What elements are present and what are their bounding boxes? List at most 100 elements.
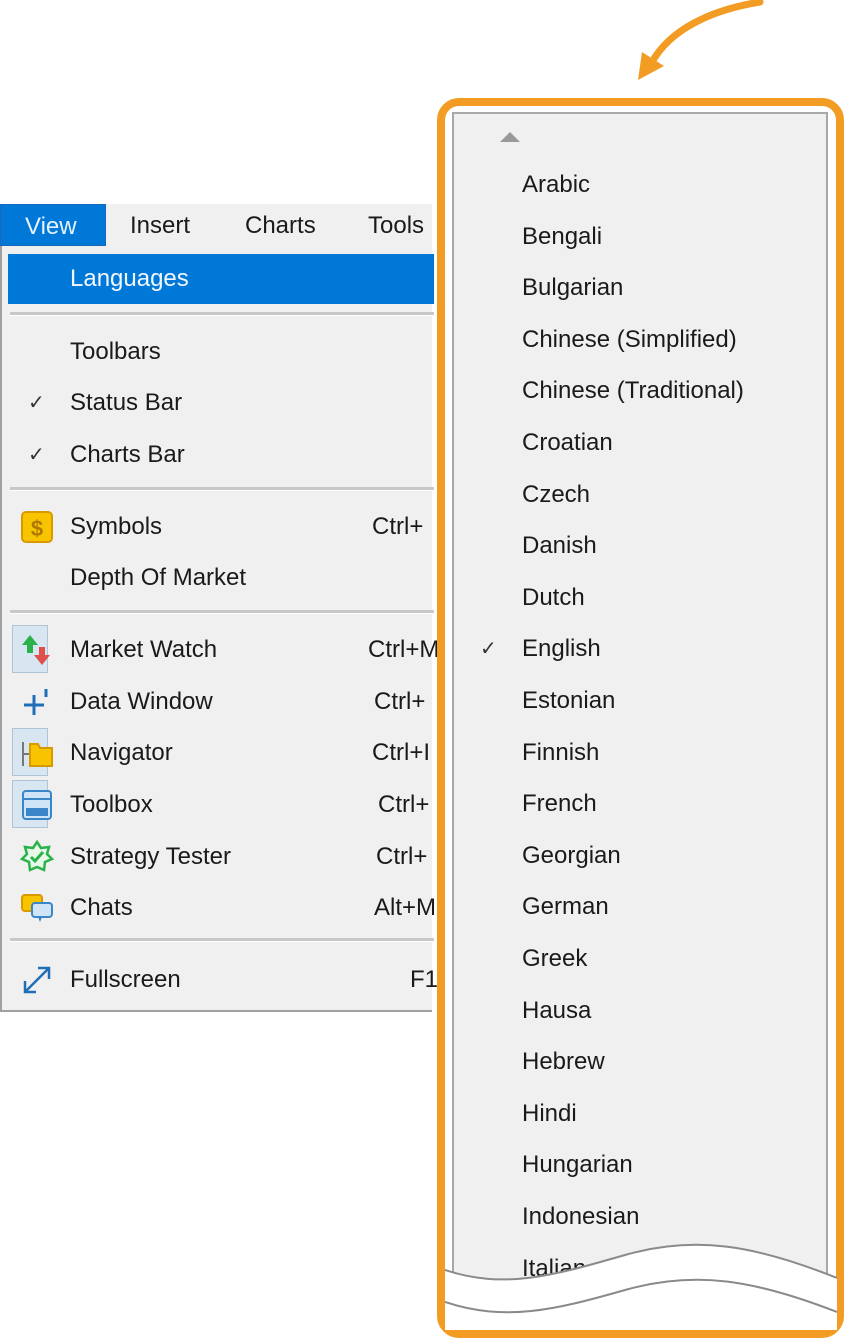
menu-item-shortcut: Ctrl+ [376, 843, 428, 870]
language-label: Bengali [522, 222, 603, 250]
language-item[interactable]: Hungarian [454, 1140, 826, 1190]
folder-icon [22, 742, 53, 767]
menu-separator [10, 312, 434, 316]
menu-item-toolbars[interactable]: Toolbars [2, 329, 432, 375]
menu-item-shortcut: F1 [410, 966, 439, 993]
language-item[interactable]: Bulgarian [454, 263, 826, 313]
market-watch-icon [22, 635, 50, 665]
torn-edge-decoration [445, 1243, 837, 1330]
language-label: Hebrew [522, 1048, 605, 1076]
language-label: Finnish [522, 738, 600, 766]
language-label: Danish [522, 532, 597, 560]
language-label: Hindi [522, 1099, 577, 1127]
languages-submenu: Arabic Bengali Bulgarian Chinese (Simplifie… [452, 112, 828, 1312]
menu-item-label: Strategy Tester [70, 843, 231, 870]
menu-item-chats[interactable]: Chats Alt+M [2, 885, 436, 931]
language-item[interactable]: Hausa [454, 986, 826, 1036]
menu-item-label: Market Watch [70, 636, 218, 663]
menu-item-shortcut: Ctrl+ [374, 688, 426, 715]
menu-item-shortcut: Ctrl+ [378, 791, 430, 818]
menu-item-shortcut: Ctrl+I [372, 739, 431, 766]
menu-item-label: Chats [70, 894, 133, 921]
language-label: Chinese (Traditional) [522, 377, 744, 405]
annotation-arrow-icon [638, 0, 764, 80]
menu-item-market-watch[interactable]: Market Watch Ctrl+M [2, 625, 439, 673]
language-item[interactable]: Georgian [454, 831, 826, 881]
menu-item-label: Status Bar [70, 389, 183, 416]
language-item[interactable]: ✓ English [454, 624, 826, 674]
menu-item-label: Data Window [70, 688, 213, 715]
checkmark-icon: ✓ [28, 444, 45, 466]
dollar-icon: $ [21, 511, 53, 543]
menu-item-symbols[interactable]: $ Symbols Ctrl+ [2, 504, 432, 550]
language-item[interactable]: Chinese (Simplified) [454, 315, 826, 365]
menu-item-label: Navigator [70, 739, 173, 766]
menu-separator [10, 487, 434, 491]
language-item[interactable]: Finnish [454, 728, 826, 778]
language-label: Hausa [522, 996, 592, 1024]
menu-item-status-bar[interactable]: ✓ Status Bar [2, 380, 432, 426]
language-item[interactable]: Hindi [454, 1089, 826, 1139]
language-label: Czech [522, 480, 591, 508]
menu-view[interactable]: View [0, 204, 106, 246]
menu-charts[interactable]: Charts [245, 204, 316, 246]
strategy-tester-icon [20, 840, 54, 872]
toolbox-icon [22, 790, 52, 820]
language-item[interactable]: Arabic [454, 160, 826, 210]
menu-item-navigator[interactable]: Navigator Ctrl+I [2, 728, 432, 776]
svg-text:$: $ [31, 516, 43, 541]
fullscreen-icon [23, 966, 51, 994]
menu-item-fullscreen[interactable]: Fullscreen F1 [2, 957, 438, 1003]
menu-separator [10, 610, 434, 614]
menu-tools[interactable]: Tools [368, 204, 424, 246]
language-item[interactable]: Bengali [454, 212, 826, 262]
menu-item-label: Toolbars [70, 338, 161, 365]
crosshair-icon [24, 689, 48, 715]
language-label: Croatian [522, 429, 613, 456]
menu-item-shortcut: Ctrl+M [368, 636, 440, 663]
language-label: Georgian [522, 841, 621, 869]
language-label: Arabic [522, 171, 591, 198]
menu-item-charts-bar[interactable]: ✓ Charts Bar [2, 432, 432, 478]
language-item[interactable]: Hebrew [454, 1037, 826, 1087]
menu-item-depth-of-market[interactable]: Depth Of Market [2, 555, 432, 601]
menu-item-strategy-tester[interactable]: Strategy Tester Ctrl+ [2, 834, 432, 880]
language-item[interactable]: Czech [454, 470, 826, 520]
scroll-up-arrow-icon[interactable] [500, 132, 520, 142]
view-menu-dropdown: Languages Toolbars ✓ Status Bar ✓ Charts… [0, 246, 439, 1012]
checkmark-icon: ✓ [28, 392, 45, 414]
language-item[interactable]: German [454, 882, 826, 932]
language-label: Greek [522, 945, 588, 972]
language-label: French [522, 790, 597, 818]
language-item[interactable]: Greek [454, 934, 826, 984]
menu-item-languages[interactable]: Languages [8, 254, 434, 304]
language-label: Bulgarian [522, 274, 624, 302]
menu-item-shortcut: Ctrl+ [372, 513, 424, 540]
language-item[interactable]: Croatian [454, 418, 826, 468]
language-item[interactable]: Danish [454, 521, 826, 571]
menu-insert[interactable]: Insert [130, 204, 190, 246]
language-label: Dutch [522, 583, 585, 611]
menu-item-label: Toolbox [70, 791, 153, 818]
menu-item-label: Charts Bar [70, 441, 185, 468]
menu-item-label: Depth Of Market [70, 564, 247, 591]
menu-separator [10, 938, 434, 942]
language-label: Chinese (Simplified) [522, 325, 737, 353]
menu-item-shortcut: Alt+M [374, 894, 437, 921]
language-label: German [522, 893, 609, 921]
language-label: Hungarian [522, 1151, 633, 1179]
menu-item-data-window[interactable]: Data Window Ctrl+ [2, 679, 432, 725]
language-item[interactable]: Chinese (Traditional) [454, 366, 826, 416]
language-item[interactable]: Dutch [454, 573, 826, 623]
language-label: English [522, 635, 601, 663]
menu-item-label: Symbols [70, 513, 163, 540]
language-item[interactable]: Estonian [454, 676, 826, 726]
menu-item-label: Languages [70, 265, 189, 292]
menu-item-label: Fullscreen [70, 966, 181, 993]
language-label: Estonian [522, 687, 616, 714]
menu-item-toolbox[interactable]: Toolbox Ctrl+ [2, 780, 432, 828]
chat-icon [21, 894, 53, 922]
menu-bar: View Insert Charts Tools [0, 204, 432, 246]
language-item[interactable]: French [454, 779, 826, 829]
checkmark-icon: ✓ [480, 638, 497, 661]
